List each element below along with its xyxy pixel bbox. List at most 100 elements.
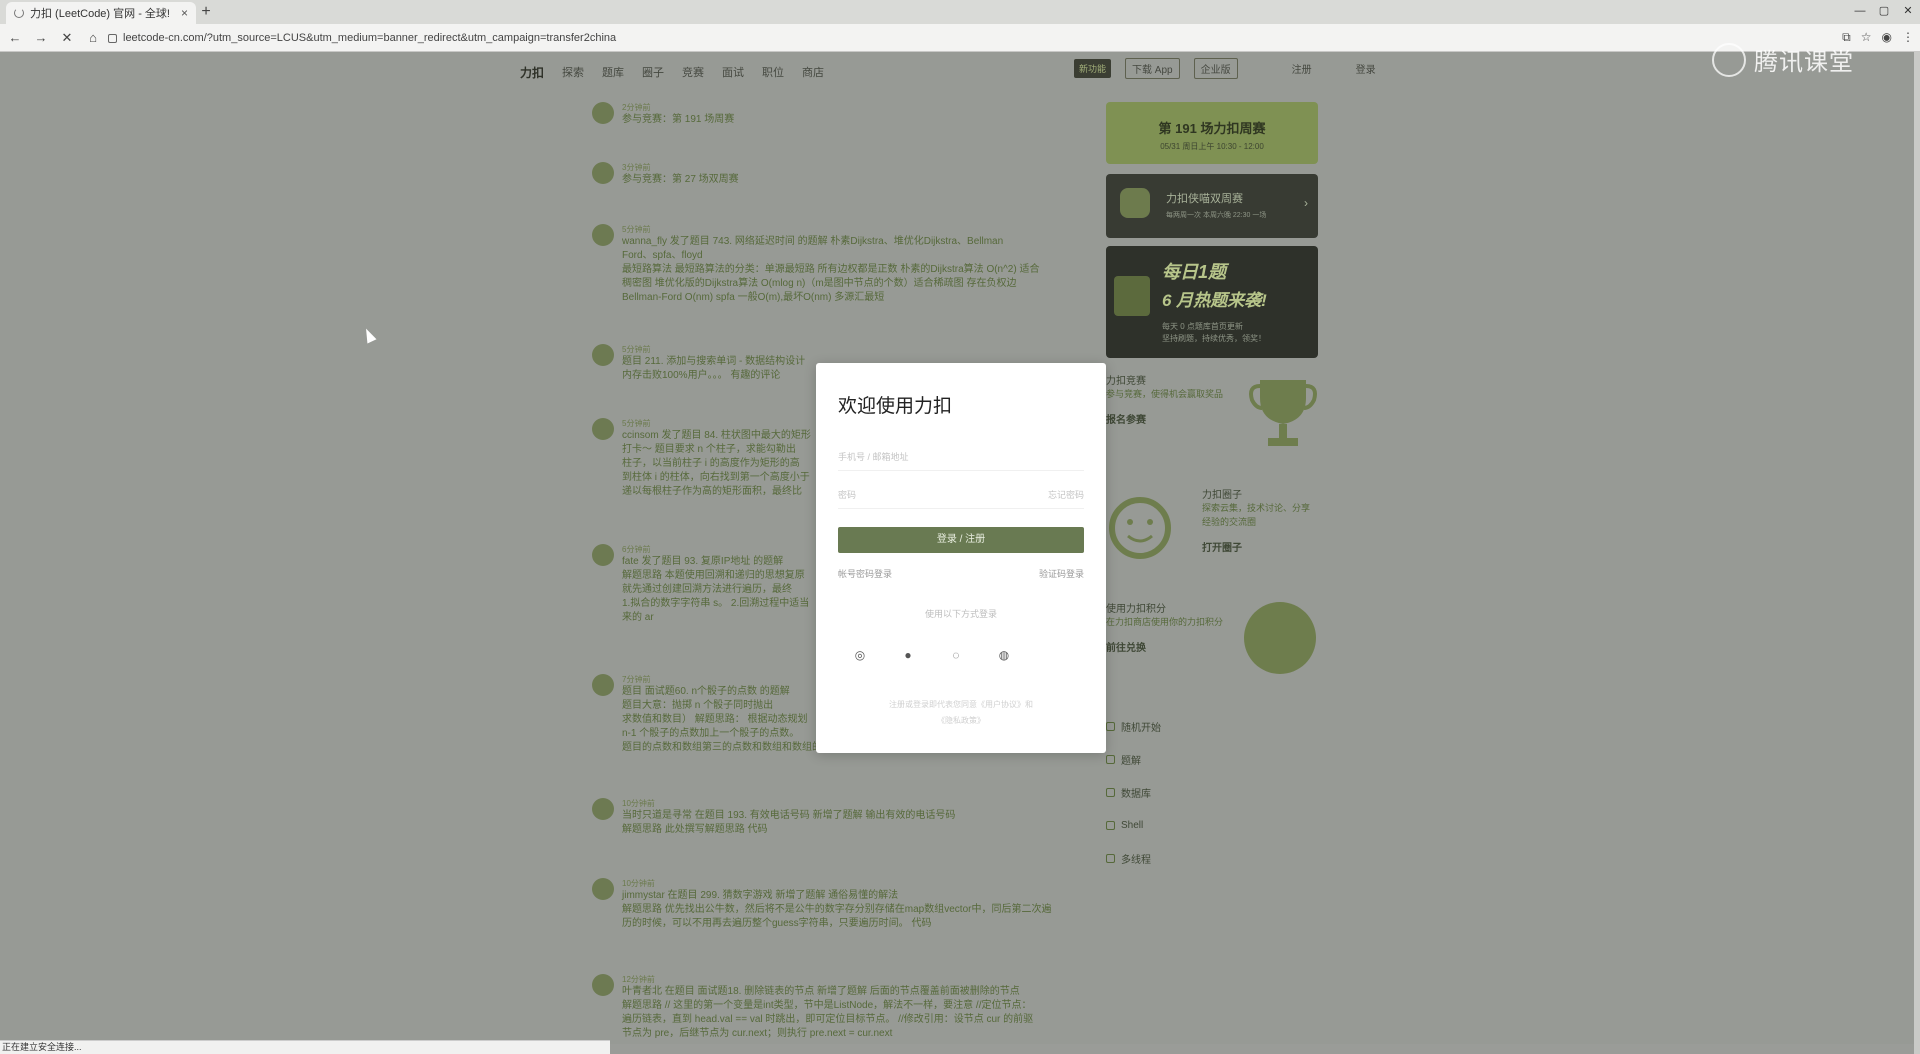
chevron-right-icon: › [1304,196,1308,210]
sidebar-item-database[interactable]: 数据库 [1106,776,1318,809]
new-tab-button[interactable]: + [196,2,216,22]
forward-button[interactable]: → [30,30,52,45]
minimize-button[interactable]: — [1848,0,1872,22]
circle-promo: 力扣圈子 探索云集，技术讨论、分享经验的交流圈 打开圈子 [1106,486,1318,586]
login-modal: 欢迎使用力扣 手机号 / 邮箱地址 密码 忘记密码 登录 / 注册 帐号密码登录… [816,363,1106,753]
back-button[interactable]: ← [4,30,26,45]
browser-tab[interactable]: 力扣 (LeetCode) 官网 - 全球! × [6,2,196,24]
sidebar-item-random[interactable]: 随机开始 [1106,710,1318,743]
avatar[interactable] [592,974,614,996]
calendar-icon [1114,276,1150,316]
weibo-icon[interactable]: ◌ [948,647,964,663]
qq-icon[interactable]: ◎ [852,647,868,663]
register-link[interactable]: 注册 [1292,61,1312,76]
feed-item: 3分钟前 参与竞赛：第 27 场双周赛 [592,162,1072,224]
feed-line: Bellman-Ford O(nm) spfa 一般O(m),最坏O(nm) 多… [622,292,885,303]
coin-icon [1244,602,1316,674]
feed-line[interactable]: 当时只道是寻常 在题目 193. 有效电话号码 新增了题解 输出有效的电话号码 [622,809,1072,823]
trophy-icon [1249,380,1317,446]
terms-line-1: 注册或登录即代表您同意《用户协议》和 [889,700,1033,709]
circle-promo-heading: 力扣圈子 [1202,490,1242,501]
nav-item-contest[interactable]: 竞赛 [682,64,704,80]
username-field[interactable]: 手机号 / 邮箱地址 [838,443,1084,471]
feed-line[interactable]: 叶青者北 在题目 面试题18. 删除链表的节点 新增了题解 后面的节点覆盖前面被… [622,985,1072,999]
weekly-contest-card[interactable]: 第 191 场力扣周赛 05/31 周日上午 10:30 - 12:00 [1106,102,1318,164]
download-app-button[interactable]: 下载 App [1125,58,1180,79]
menu-icon[interactable]: ⋮ [1902,30,1914,45]
sidebar-item-solutions[interactable]: 题解 [1106,743,1318,776]
nav-item-jobs[interactable]: 职位 [762,64,784,80]
points-promo: 使用力扣积分 在力扣商店使用你的力扣积分 前往兑换 [1106,600,1318,700]
login-link[interactable]: 登录 [1356,61,1376,76]
feed-time: 12分钟前 [622,975,655,984]
contest-promo: 力扣竞赛 参与竞赛，使得机会赢取奖品 报名参赛 [1106,372,1318,472]
github-icon[interactable]: ● [900,647,916,663]
password-field[interactable]: 密码 忘记密码 [838,481,1084,509]
enterprise-button[interactable]: 企业版 [1193,58,1238,79]
sidebar-item-label: Shell [1121,820,1144,831]
site-logo[interactable]: 力扣 [520,64,544,81]
forgot-password-link[interactable]: 忘记密码 [1048,488,1084,501]
right-sidebar: 第 191 场力扣周赛 05/31 周日上午 10:30 - 12:00 力扣侠… [1106,102,1318,875]
nav-item-store[interactable]: 商店 [802,64,824,80]
avatar[interactable] [592,674,614,696]
avatar[interactable] [592,344,614,366]
code-login-link[interactable]: 验证码登录 [1039,567,1084,580]
tab-title: 力扣 (LeetCode) 官网 - 全球! [30,8,170,20]
daily-subtitle-1: 每天 0 点题库首页更新 [1162,322,1243,331]
feed-line: 节点为 pre，后继节点为 cur.next；则执行 pre.next = cu… [622,1028,893,1039]
play-logo-icon [1712,42,1746,77]
profile-icon[interactable]: ◉ [1882,30,1892,45]
sidebar-item-threads[interactable]: 多线程 [1106,842,1318,875]
feed-time: 5分钟前 [622,345,651,354]
avatar[interactable] [592,418,614,440]
nav-item-circle[interactable]: 圈子 [642,64,664,80]
daily-problem-card[interactable]: 每日1题 6 月热题来袭! 每天 0 点题库首页更新 坚持刷题，持续优秀，领奖！ [1106,246,1318,358]
feed-line[interactable]: wanna_fly 发了题目 743. 网络延迟时间 的题解 朴素Dijkstr… [622,235,1072,249]
avatar[interactable] [592,544,614,566]
feed-line[interactable]: jimmystar 在题目 299. 猜数字游戏 新增了题解 通俗易懂的解法 [622,889,1072,903]
avatar[interactable] [592,798,614,820]
tab-close-icon[interactable]: × [181,6,188,20]
url-text: leetcode-cn.com/?utm_source=LCUS&utm_med… [123,32,617,44]
feed-line[interactable]: 参与竞赛：第 191 场周赛 [622,113,1072,127]
avatar[interactable] [592,224,614,246]
points-promo-desc: 在力扣商店使用你的力扣积分 [1106,617,1224,627]
feed-time: 10分钟前 [622,799,655,808]
nav-item-problems[interactable]: 题库 [602,64,624,80]
sidebar-item-label: 数据库 [1121,789,1151,800]
password-login-link[interactable]: 帐号密码登录 [838,567,892,580]
nav-item-explore[interactable]: 探索 [562,64,584,80]
sidebar-item-label: 随机开始 [1121,723,1161,734]
maximize-button[interactable]: ▢ [1872,0,1896,22]
feed-item: 12分钟前 叶青者北 在题目 面试题18. 删除链表的节点 新增了题解 后面的节… [592,974,1072,1044]
bookmark-star-icon[interactable]: ☆ [1861,30,1872,45]
nav-item-interview[interactable]: 面试 [722,64,744,80]
close-window-button[interactable]: ✕ [1896,0,1920,22]
contest-promo-desc: 参与竞赛，使得机会赢取奖品 [1106,389,1224,399]
document-icon [1106,755,1115,764]
login-register-button[interactable]: 登录 / 注册 [838,527,1084,553]
weekly-contest-time: 05/31 周日上午 10:30 - 12:00 [1160,142,1264,151]
loading-spinner-icon [14,8,24,18]
feed-item: 5分钟前 wanna_fly 发了题目 743. 网络延迟时间 的题解 朴素Di… [592,224,1072,344]
social-login-row: ◎ ● ◌ ◍ [852,647,1072,663]
stop-loading-button[interactable]: ✕ [56,30,78,46]
avatar[interactable] [592,878,614,900]
trophy-icon [592,102,614,124]
new-feature-badge[interactable]: 新功能 [1074,59,1112,78]
watermark-text: 腾讯课堂 [1754,49,1854,76]
home-button[interactable]: ⌂ [82,30,104,45]
daily-subtitle-2: 坚持刷题，持续优秀，领奖！ [1162,334,1266,343]
window-controls: — ▢ ✕ [1848,0,1920,22]
open-circle-link[interactable]: 打开圈子 [1202,539,1318,554]
wechat-icon[interactable]: ◍ [996,647,1012,663]
sidebar-item-shell[interactable]: Shell [1106,809,1318,842]
terms-line-2[interactable]: 《隐私政策》 [838,713,1084,729]
feed-line[interactable]: 参与竞赛：第 27 场双周赛 [622,173,1072,187]
site-nav: 力扣 探索 题库 圈子 竞赛 面试 职位 商店 [520,60,824,84]
page-scrollbar[interactable] [1914,52,1920,1054]
url-field[interactable]: leetcode-cn.com/?utm_source=LCUS&utm_med… [108,29,1808,47]
watermark: 腾讯课堂 [1712,42,1854,77]
biweekly-contest-card[interactable]: 力扣侠喵双周赛 每两周一次 本周六晚 22:30 一场 › [1106,174,1318,238]
